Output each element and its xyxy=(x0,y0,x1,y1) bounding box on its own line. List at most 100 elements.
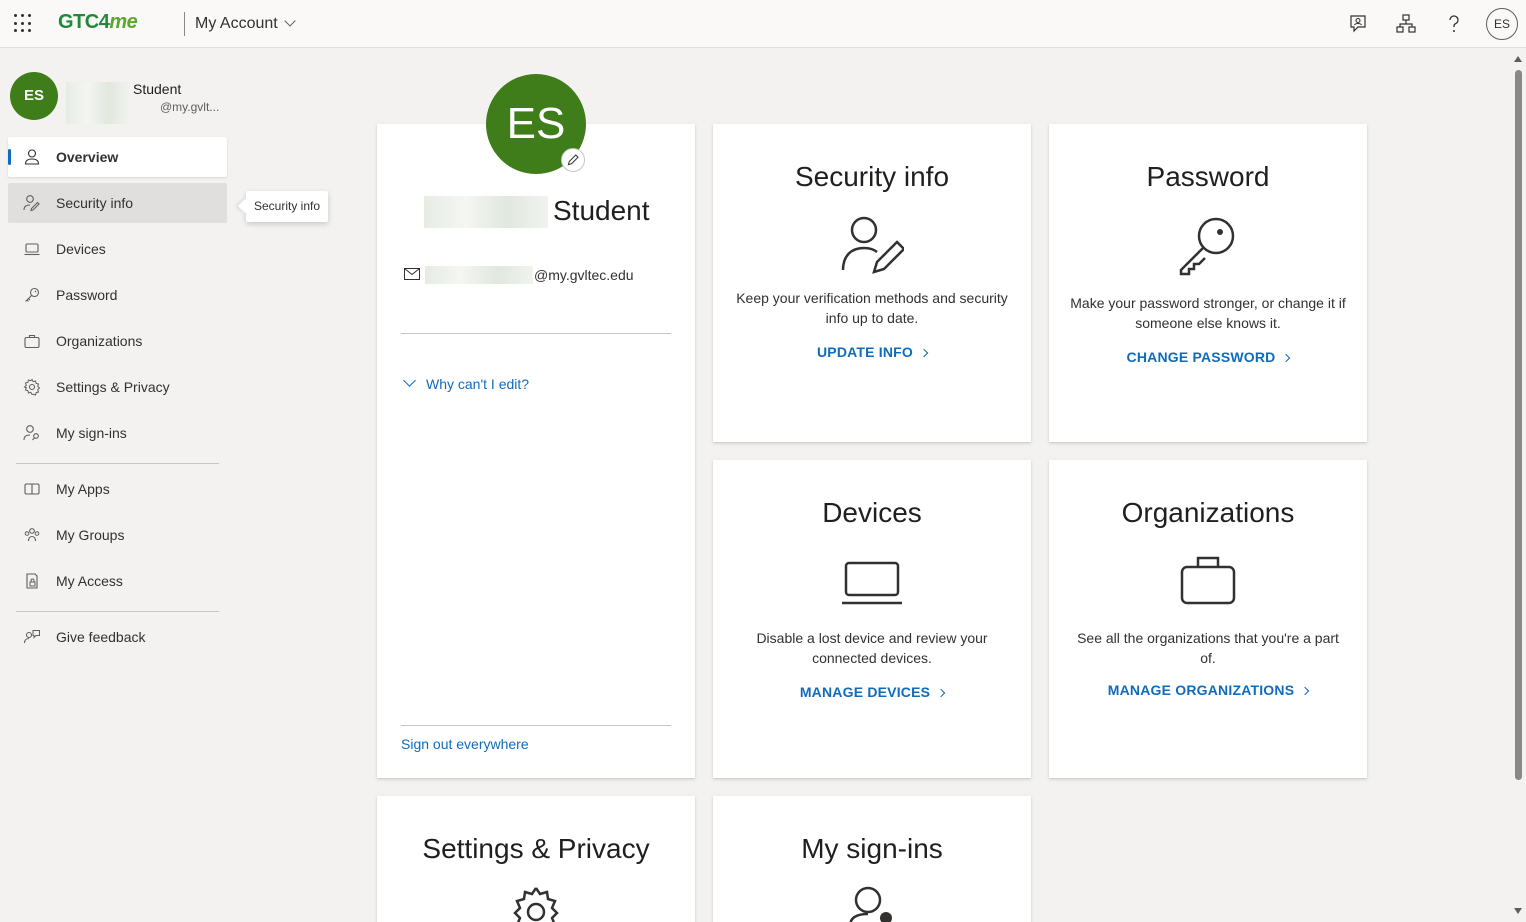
edit-photo-button[interactable] xyxy=(561,148,585,172)
logo-suffix: me xyxy=(109,11,138,33)
app-launcher-icon[interactable] xyxy=(14,14,34,34)
manage-organizations-link[interactable]: MANAGE ORGANIZATIONS xyxy=(1049,682,1367,698)
change-password-link[interactable]: CHANGE PASSWORD xyxy=(1049,349,1367,365)
sidebar-item-my-access[interactable]: My Access xyxy=(8,561,227,601)
apps-icon xyxy=(24,483,40,495)
redacted-email xyxy=(425,266,533,284)
person-icon xyxy=(24,149,40,165)
person-edit-icon xyxy=(841,216,904,274)
sidebar-item-label: Overview xyxy=(56,149,119,165)
redacted-first-name xyxy=(424,196,548,228)
header-divider xyxy=(184,12,185,36)
my-sign-ins-card: My sign-ins xyxy=(713,796,1031,922)
chevron-right-icon xyxy=(919,348,929,358)
sidebar-item-organizations[interactable]: Organizations xyxy=(8,321,227,361)
sidebar-item-label: My Apps xyxy=(56,481,110,497)
sidebar-item-give-feedback[interactable]: Give feedback xyxy=(8,617,227,657)
chevron-right-icon xyxy=(1301,686,1310,696)
organizations-card: Organizations See all the organizations … xyxy=(1049,460,1367,778)
link-label: CHANGE PASSWORD xyxy=(1126,349,1276,365)
top-bar: GTC4me My Account ES xyxy=(0,0,1526,48)
profile-card: Student @my.gvltec.edu Why can't I edit?… xyxy=(377,124,695,778)
help-icon[interactable] xyxy=(1440,10,1468,38)
feedback-icon xyxy=(23,630,40,644)
pencil-icon xyxy=(567,154,579,166)
people-icon xyxy=(24,528,40,542)
person-key-icon xyxy=(849,886,892,922)
link-label: UPDATE INFO xyxy=(816,344,914,360)
why-cant-edit-label: Why can't I edit? xyxy=(426,376,530,392)
card-description: Make your password stronger, or change i… xyxy=(1070,295,1346,331)
sidebar-user-email: @my.gvlt... xyxy=(160,100,220,114)
mail-icon xyxy=(404,268,420,280)
sidebar-item-my-apps[interactable]: My Apps xyxy=(8,469,227,509)
card-description: Disable a lost device and review your co… xyxy=(756,630,988,666)
devices-card: Devices Disable a lost device and review… xyxy=(713,460,1031,778)
card-description: See all the organizations that you're a … xyxy=(1077,630,1339,666)
redacted-name xyxy=(66,82,130,124)
sidebar-item-devices[interactable]: Devices xyxy=(8,229,227,269)
feedback-icon[interactable] xyxy=(1344,10,1372,38)
sidebar-user-name: Student xyxy=(133,81,182,97)
card-title: Devices xyxy=(822,497,922,528)
settings-privacy-card: Settings & Privacy xyxy=(377,796,695,922)
gear-icon xyxy=(23,378,41,396)
page-scrollbar[interactable] xyxy=(1511,48,1526,922)
laptop-icon xyxy=(24,243,40,256)
brand-logo[interactable]: GTC4me xyxy=(58,11,138,34)
profile-name: Student xyxy=(553,195,650,226)
scroll-up-arrow-icon[interactable] xyxy=(1514,56,1522,62)
sidebar-item-label: My Access xyxy=(56,573,123,589)
logo-text: GTC4 xyxy=(58,11,110,33)
sidebar-item-my-groups[interactable]: My Groups xyxy=(8,515,227,555)
sidebar-item-label: Devices xyxy=(56,241,106,257)
laptop-icon xyxy=(842,561,902,605)
profile-email: @my.gvltec.edu xyxy=(534,267,634,283)
briefcase-icon xyxy=(1180,556,1236,605)
briefcase-icon xyxy=(24,334,40,349)
sidebar-item-label: Security info xyxy=(56,195,134,211)
card-title: Settings & Privacy xyxy=(422,833,650,864)
card-title: Security info xyxy=(794,161,950,192)
key-icon xyxy=(1179,217,1235,276)
chevron-right-icon xyxy=(936,688,946,698)
security-info-card: Security info Keep your verification met… xyxy=(713,124,1031,442)
manage-devices-link[interactable]: MANAGE DEVICES xyxy=(713,684,1031,700)
sidebar-item-overview[interactable]: Overview xyxy=(8,137,227,177)
profile-divider xyxy=(401,725,671,726)
sidebar-item-label: My sign-ins xyxy=(56,425,127,441)
person-key-icon xyxy=(23,425,39,441)
app-switcher[interactable]: My Account xyxy=(195,15,296,33)
scrollbar-thumb[interactable] xyxy=(1515,70,1522,780)
scroll-down-arrow-icon[interactable] xyxy=(1514,908,1522,914)
sidebar-item-password[interactable]: Password xyxy=(8,275,227,315)
chevron-down-icon xyxy=(403,374,416,387)
why-cant-edit-toggle[interactable]: Why can't I edit? xyxy=(403,374,530,392)
app-name: My Account xyxy=(195,15,278,32)
card-title: Organizations xyxy=(1121,497,1295,528)
gear-icon xyxy=(513,887,559,922)
sidebar-item-settings-privacy[interactable]: Settings & Privacy xyxy=(8,367,227,407)
sidebar-item-my-sign-ins[interactable]: My sign-ins xyxy=(8,413,227,453)
sidebar-divider xyxy=(16,463,219,464)
link-label: MANAGE DEVICES xyxy=(799,684,931,700)
card-title: Password xyxy=(1146,161,1270,192)
sidebar-avatar: ES xyxy=(10,72,58,120)
account-avatar[interactable]: ES xyxy=(1486,8,1518,40)
tooltip: Security info xyxy=(246,191,329,222)
organization-chart-icon[interactable] xyxy=(1392,10,1420,38)
sidebar-divider xyxy=(16,611,219,612)
update-info-link[interactable]: UPDATE INFO xyxy=(713,344,1031,360)
sidebar-item-label: My Groups xyxy=(56,527,125,543)
card-title: My sign-ins xyxy=(801,833,943,864)
profile-divider xyxy=(401,333,671,334)
card-description: Keep your verification methods and secur… xyxy=(736,290,1008,326)
sign-out-everywhere-link[interactable]: Sign out everywhere xyxy=(401,736,529,752)
sidebar-item-security-info[interactable]: Security info xyxy=(8,183,227,223)
sidebar-item-label: Give feedback xyxy=(56,629,146,645)
sidebar-item-label: Password xyxy=(56,287,118,303)
chevron-right-icon xyxy=(1282,353,1291,363)
link-label: MANAGE ORGANIZATIONS xyxy=(1107,682,1295,698)
key-icon xyxy=(25,287,40,302)
chevron-down-icon xyxy=(284,15,296,27)
